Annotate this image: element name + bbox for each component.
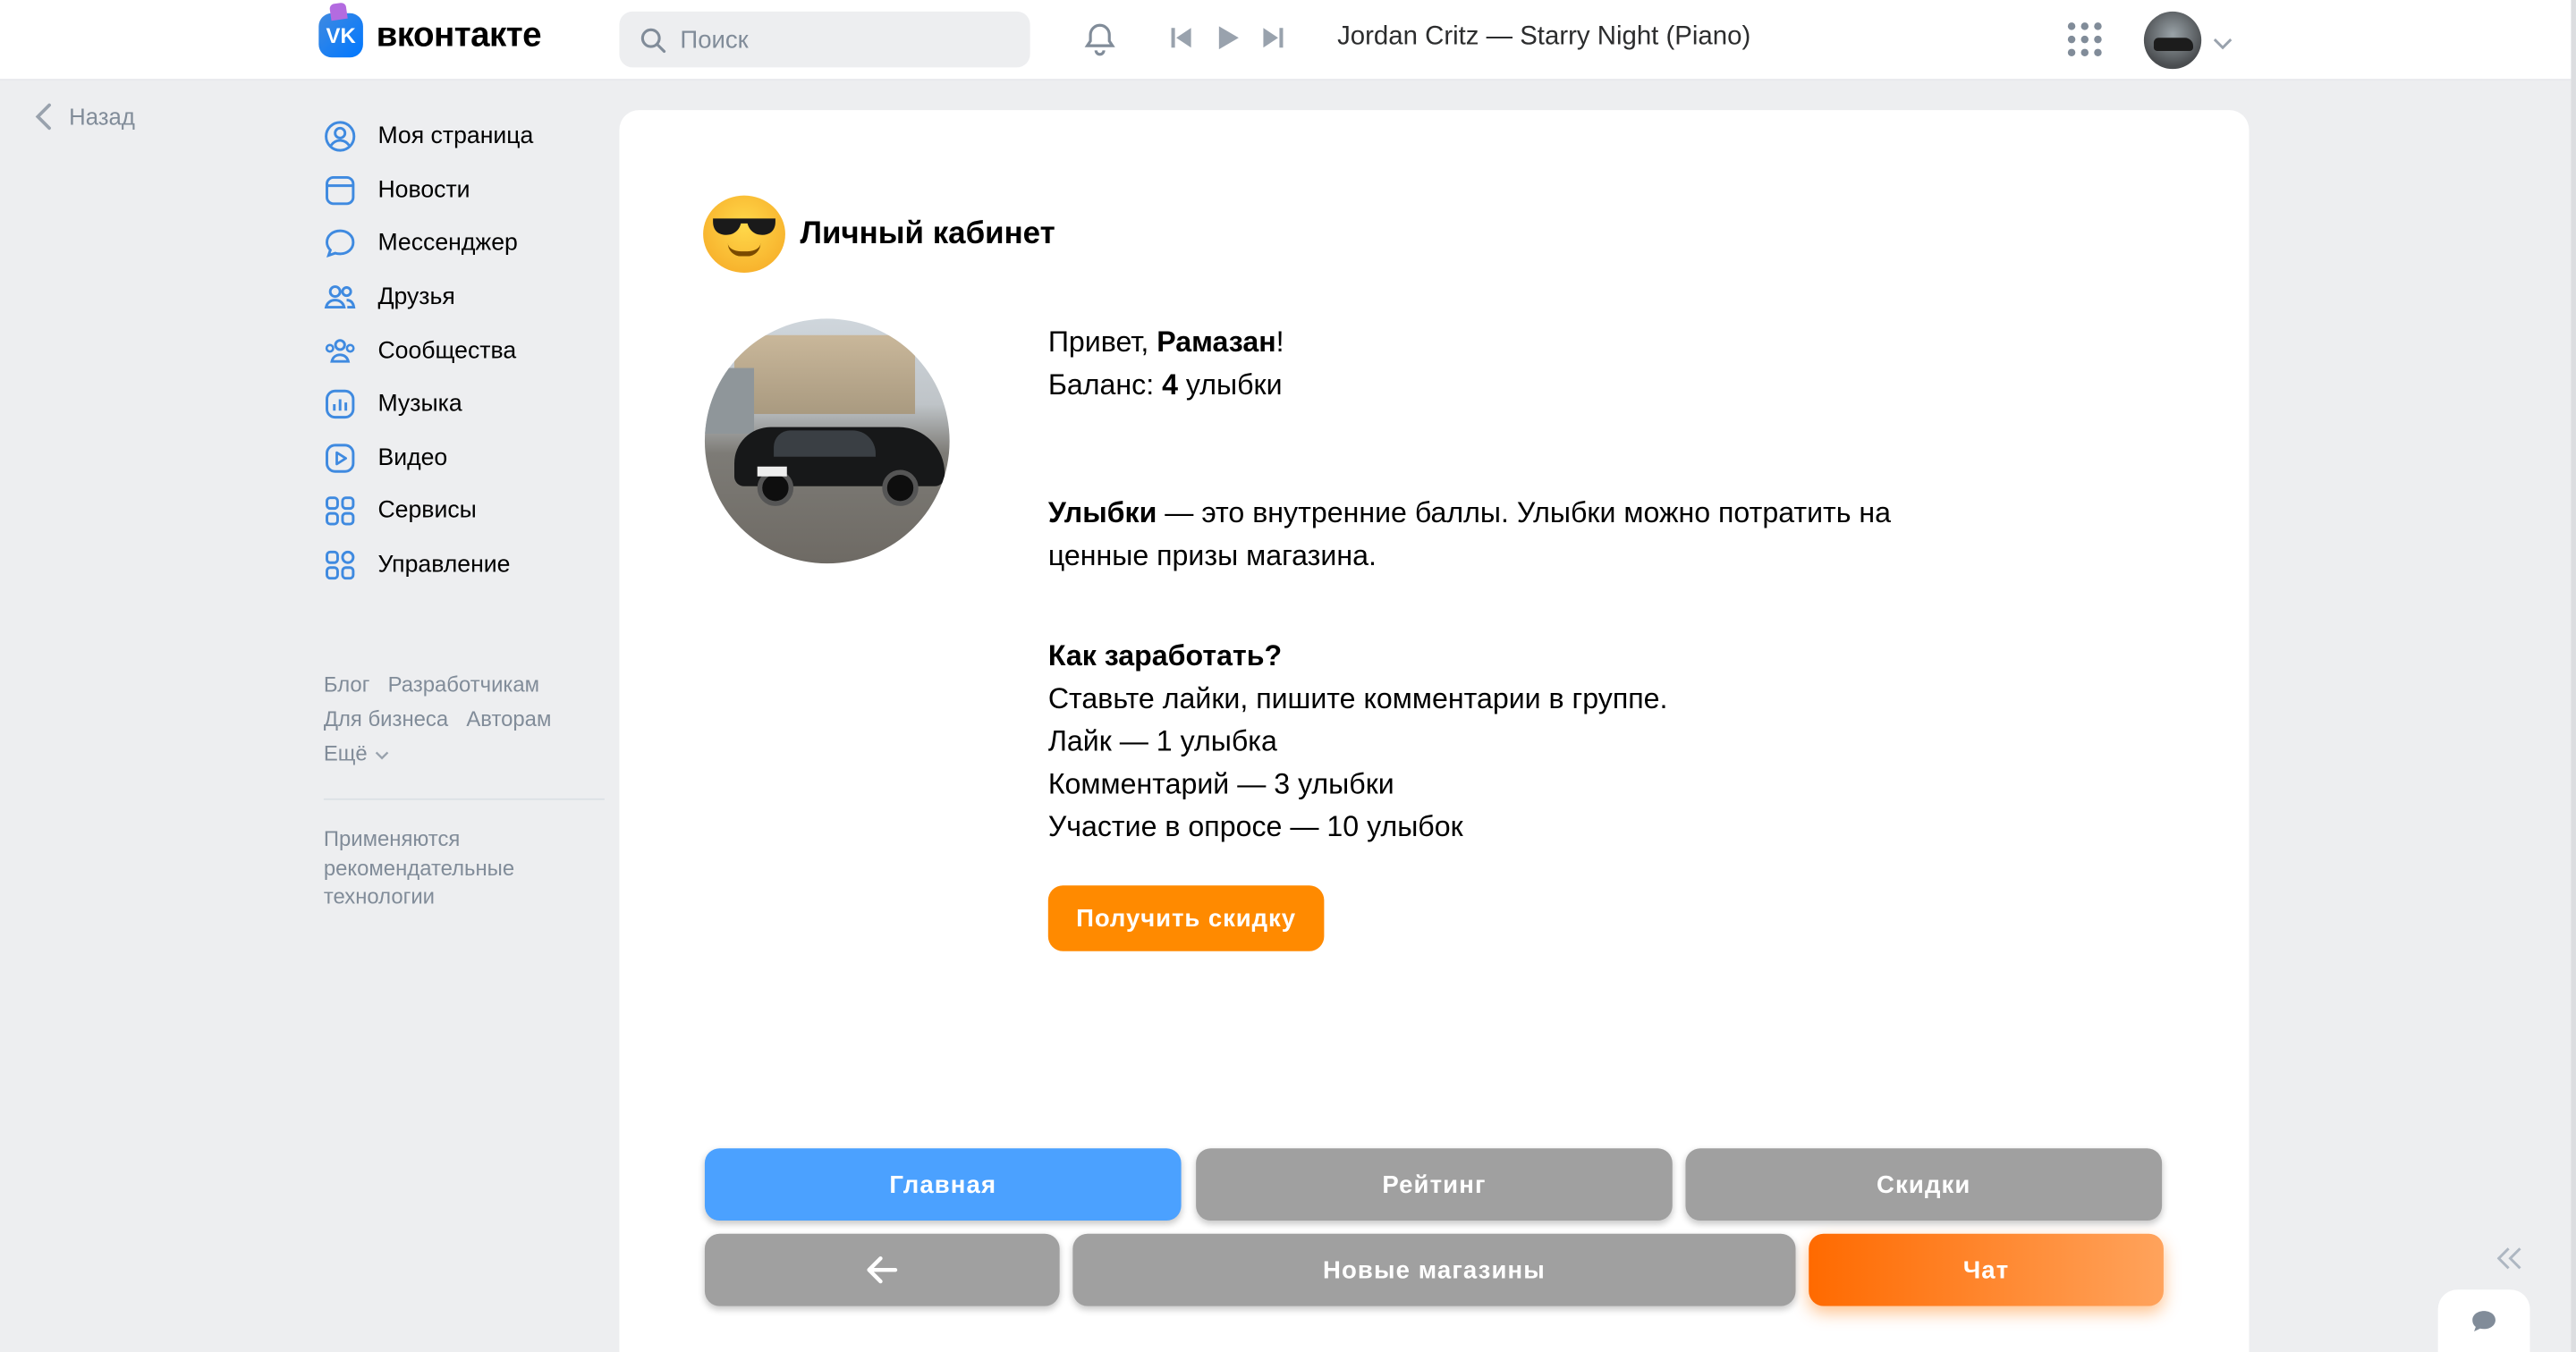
tab-discounts[interactable]: Скидки <box>1685 1148 2163 1221</box>
cabinet-header: Личный кабинет <box>703 195 1055 273</box>
sidebar-item-label: Мессенджер <box>377 231 518 258</box>
search-icon <box>640 27 666 53</box>
sidebar-item-label: Сообщества <box>377 337 517 365</box>
get-discount-button[interactable]: Получить скидку <box>1047 885 1325 951</box>
tab-chat[interactable]: Чат <box>1809 1233 2164 1306</box>
chevron-down-icon <box>375 751 388 760</box>
sidebar-footer-links: Блог Разработчикам Для бизнеса Авторам Ещё <box>324 667 570 771</box>
collapse-chevrons-icon[interactable] <box>2496 1246 2523 1278</box>
footer-link-more: Ещё <box>323 740 368 766</box>
user-circle-icon <box>322 119 358 155</box>
manage-icon <box>322 547 358 583</box>
back-link[interactable]: Назад <box>33 102 135 131</box>
back-arrow-button[interactable] <box>704 1233 1060 1306</box>
chat-widget[interactable] <box>2437 1289 2530 1352</box>
greeting-block: Привет, Рамазан! Баланс: 4 улыбки <box>1048 320 1284 406</box>
services-icon <box>322 494 358 529</box>
chat-bubble-icon <box>2472 1311 2496 1332</box>
vk-logo-icon: VK <box>318 2 363 58</box>
sidebar-item-label: Сервисы <box>377 498 477 525</box>
sunglasses-emoji-icon <box>703 195 785 273</box>
greeting-prefix: Привет, <box>1047 325 1157 359</box>
balance-value: 4 <box>1162 368 1178 401</box>
balance-label: Баланс: <box>1047 368 1163 401</box>
profile-avatar[interactable] <box>2143 11 2202 70</box>
sidebar-item-video[interactable]: Видео <box>322 431 533 485</box>
music-icon <box>322 386 358 422</box>
news-icon <box>322 173 358 208</box>
previous-track-icon[interactable] <box>1166 23 1196 53</box>
tab-rating[interactable]: Рейтинг <box>1196 1148 1673 1221</box>
chevron-down-icon[interactable] <box>2213 30 2233 59</box>
top-header: VK вконтакте Jordan Critz — Starry Night… <box>0 0 2572 81</box>
chevron-left-icon <box>35 103 51 131</box>
smiles-text: — это внутренние баллы. Улыбки можно пот… <box>1047 495 1892 572</box>
sidebar-item-communities[interactable]: Сообщества <box>322 325 533 378</box>
tab-home[interactable]: Главная <box>704 1148 1182 1221</box>
recommendation-note[interactable]: Применяются рекомендательные технологии <box>324 824 603 910</box>
user-name: Рамазан <box>1157 325 1276 359</box>
sidebar-item-manage[interactable]: Управление <box>322 538 533 592</box>
sidebar-item-music[interactable]: Музыка <box>322 377 533 431</box>
sidebar-item-my-page[interactable]: Моя страница <box>322 110 533 164</box>
how-to-earn-title: Как заработать? <box>1047 638 1283 672</box>
footer-link-authors[interactable]: Авторам <box>466 706 551 731</box>
search-input[interactable] <box>680 25 993 54</box>
footer-more[interactable]: Ещё <box>324 736 570 771</box>
how-line: Комментарий — 3 улыбки <box>1047 766 1394 800</box>
arrow-left-icon <box>867 1256 898 1284</box>
sidebar-item-label: Видео <box>377 444 448 472</box>
smiles-term: Улыбки <box>1047 495 1157 529</box>
search-box[interactable] <box>619 11 1030 68</box>
music-player-controls <box>1166 23 1288 53</box>
apps-grid-icon[interactable] <box>2067 21 2103 66</box>
user-profile-photo <box>704 318 950 564</box>
sidebar-nav: Моя страница Новости Мессенджер Друзья С… <box>322 110 533 592</box>
tab-new-shops[interactable]: Новые магазины <box>1072 1233 1796 1306</box>
notifications-bell-icon[interactable] <box>1081 20 1119 67</box>
greeting-suffix: ! <box>1275 325 1284 359</box>
now-playing-track[interactable]: Jordan Critz — Starry Night (Piano) <box>1337 23 1750 53</box>
window-edge <box>2571 0 2576 1352</box>
footer-link-business[interactable]: Для бизнеса <box>324 706 448 731</box>
sidebar-item-label: Моя страница <box>377 123 534 150</box>
balance-line: Баланс: 4 улыбки <box>1048 363 1284 406</box>
sidebar-item-friends[interactable]: Друзья <box>322 271 533 325</box>
back-label: Назад <box>69 103 135 131</box>
footer-link-blog[interactable]: Блог <box>324 672 370 697</box>
footer-link-developers[interactable]: Разработчикам <box>388 672 539 697</box>
sidebar-item-services[interactable]: Сервисы <box>322 485 533 538</box>
communities-icon <box>322 333 358 368</box>
page-title: Личный кабинет <box>800 215 1055 251</box>
balance-unit: улыбки <box>1178 368 1283 401</box>
logo-text: вконтакте <box>376 15 542 54</box>
sidebar-item-news[interactable]: Новости <box>322 164 533 217</box>
sidebar-item-label: Управление <box>377 552 511 579</box>
vk-logo[interactable]: VK вконтакте <box>318 2 542 58</box>
how-line: Ставьте лайки, пишите комментарии в груп… <box>1047 681 1668 715</box>
how-line: Лайк — 1 улыбка <box>1047 724 1277 757</box>
how-line: Участие в опросе — 10 улыбок <box>1047 809 1463 843</box>
message-icon <box>322 226 358 262</box>
video-icon <box>322 440 358 476</box>
how-to-earn: Как заработать? Ставьте лайки, пишите ко… <box>1048 634 1668 848</box>
sidebar-divider <box>323 798 605 800</box>
greeting-line: Привет, Рамазан! <box>1048 320 1284 363</box>
smiles-description: Улыбки — это внутренние баллы. Улыбки мо… <box>1048 491 1969 577</box>
sidebar-item-label: Друзья <box>377 283 455 311</box>
sidebar-item-messenger[interactable]: Мессенджер <box>322 217 533 271</box>
sidebar-item-label: Музыка <box>377 391 462 418</box>
sidebar-item-label: Новости <box>377 177 470 204</box>
play-icon[interactable] <box>1212 23 1241 53</box>
next-track-icon[interactable] <box>1258 23 1288 53</box>
friends-icon <box>322 279 358 315</box>
